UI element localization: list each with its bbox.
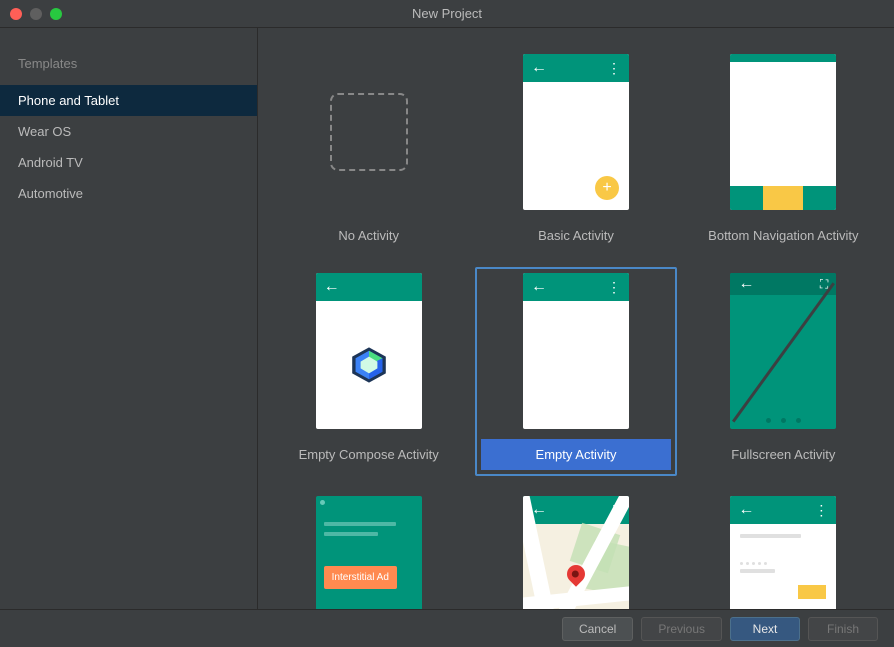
template-fullscreen-activity[interactable]: ← ⛶ Fullscreen Activity	[683, 267, 884, 476]
back-arrow-icon: ←	[738, 501, 754, 519]
window-controls	[0, 8, 62, 20]
template-no-activity[interactable]: No Activity	[268, 48, 469, 253]
template-bottom-navigation-activity[interactable]: Bottom Navigation Activity	[683, 48, 884, 253]
template-thumbnail: ← ⋮	[730, 496, 836, 609]
template-empty-compose-activity[interactable]: ← Empty Compose Activity	[268, 267, 469, 476]
next-button[interactable]: Next	[730, 617, 800, 641]
sidebar-header: Templates	[0, 48, 257, 85]
template-label: Empty Compose Activity	[289, 443, 449, 466]
window-title: New Project	[412, 6, 482, 21]
back-arrow-icon: ←	[531, 278, 547, 296]
map-preview	[523, 524, 629, 609]
window-close-button[interactable]	[10, 8, 22, 20]
status-dot-icon	[320, 500, 325, 505]
template-thumbnail: ← ⛶	[730, 273, 836, 429]
templates-sidebar: Templates Phone and Tablet Wear OS Andro…	[0, 28, 258, 609]
sidebar-item-label: Wear OS	[18, 124, 71, 139]
template-label: Basic Activity	[528, 224, 624, 247]
map-marker-icon	[567, 565, 585, 583]
template-thumbnail: Interstitial Ad	[316, 496, 422, 609]
login-submit-icon	[798, 585, 826, 599]
sidebar-item-wear-os[interactable]: Wear OS	[0, 116, 257, 147]
template-google-maps-activity[interactable]: ← ⋮ Google Maps Activity	[475, 490, 676, 609]
back-arrow-icon: ←	[738, 275, 754, 293]
sidebar-item-label: Android TV	[18, 155, 83, 170]
overflow-menu-icon: ⋮	[814, 502, 828, 519]
jetpack-compose-icon	[348, 344, 390, 386]
dashed-placeholder-icon	[330, 93, 408, 171]
overflow-menu-icon: ⋮	[607, 279, 621, 296]
previous-button: Previous	[641, 617, 722, 641]
template-thumbnail: ←	[316, 273, 422, 429]
back-arrow-icon: ←	[324, 278, 340, 296]
template-thumbnail: ← ⋮ +	[523, 54, 629, 210]
overflow-menu-icon: ⋮	[607, 60, 621, 77]
template-interstitial-ad[interactable]: Interstitial Ad Interstitial Ad	[268, 490, 469, 609]
sidebar-item-android-tv[interactable]: Android TV	[0, 147, 257, 178]
template-empty-activity[interactable]: ← ⋮ Empty Activity	[475, 267, 676, 476]
bottom-navigation-bar-icon	[730, 186, 836, 210]
template-basic-activity[interactable]: ← ⋮ + Basic Activity	[475, 48, 676, 253]
template-label: No Activity	[328, 224, 409, 247]
template-thumbnail	[316, 54, 422, 210]
page-indicator-dots	[730, 418, 836, 423]
sidebar-item-label: Automotive	[18, 186, 83, 201]
template-label: Fullscreen Activity	[721, 443, 845, 466]
template-login-activity[interactable]: ← ⋮ Login Activity	[683, 490, 884, 609]
template-thumbnail: ← ⋮	[523, 496, 629, 609]
ad-badge: Interstitial Ad	[324, 566, 397, 589]
sidebar-item-automotive[interactable]: Automotive	[0, 178, 257, 209]
wizard-footer: Cancel Previous Next Finish	[0, 609, 894, 647]
template-thumbnail: ← ⋮	[523, 273, 629, 429]
window-titlebar: New Project	[0, 0, 894, 28]
fab-add-icon: +	[595, 176, 619, 200]
window-minimize-button[interactable]	[30, 8, 42, 20]
back-arrow-icon: ←	[531, 59, 547, 77]
sidebar-item-phone-and-tablet[interactable]: Phone and Tablet	[0, 85, 257, 116]
templates-gallery: No Activity ← ⋮ + Basic Activity	[258, 28, 894, 609]
template-label: Empty Activity	[481, 439, 670, 470]
template-thumbnail	[730, 54, 836, 210]
diagonal-divider-icon	[730, 295, 836, 407]
sidebar-item-label: Phone and Tablet	[18, 93, 119, 108]
window-maximize-button[interactable]	[50, 8, 62, 20]
finish-button: Finish	[808, 617, 878, 641]
template-label: Bottom Navigation Activity	[698, 224, 868, 247]
cancel-button[interactable]: Cancel	[562, 617, 633, 641]
